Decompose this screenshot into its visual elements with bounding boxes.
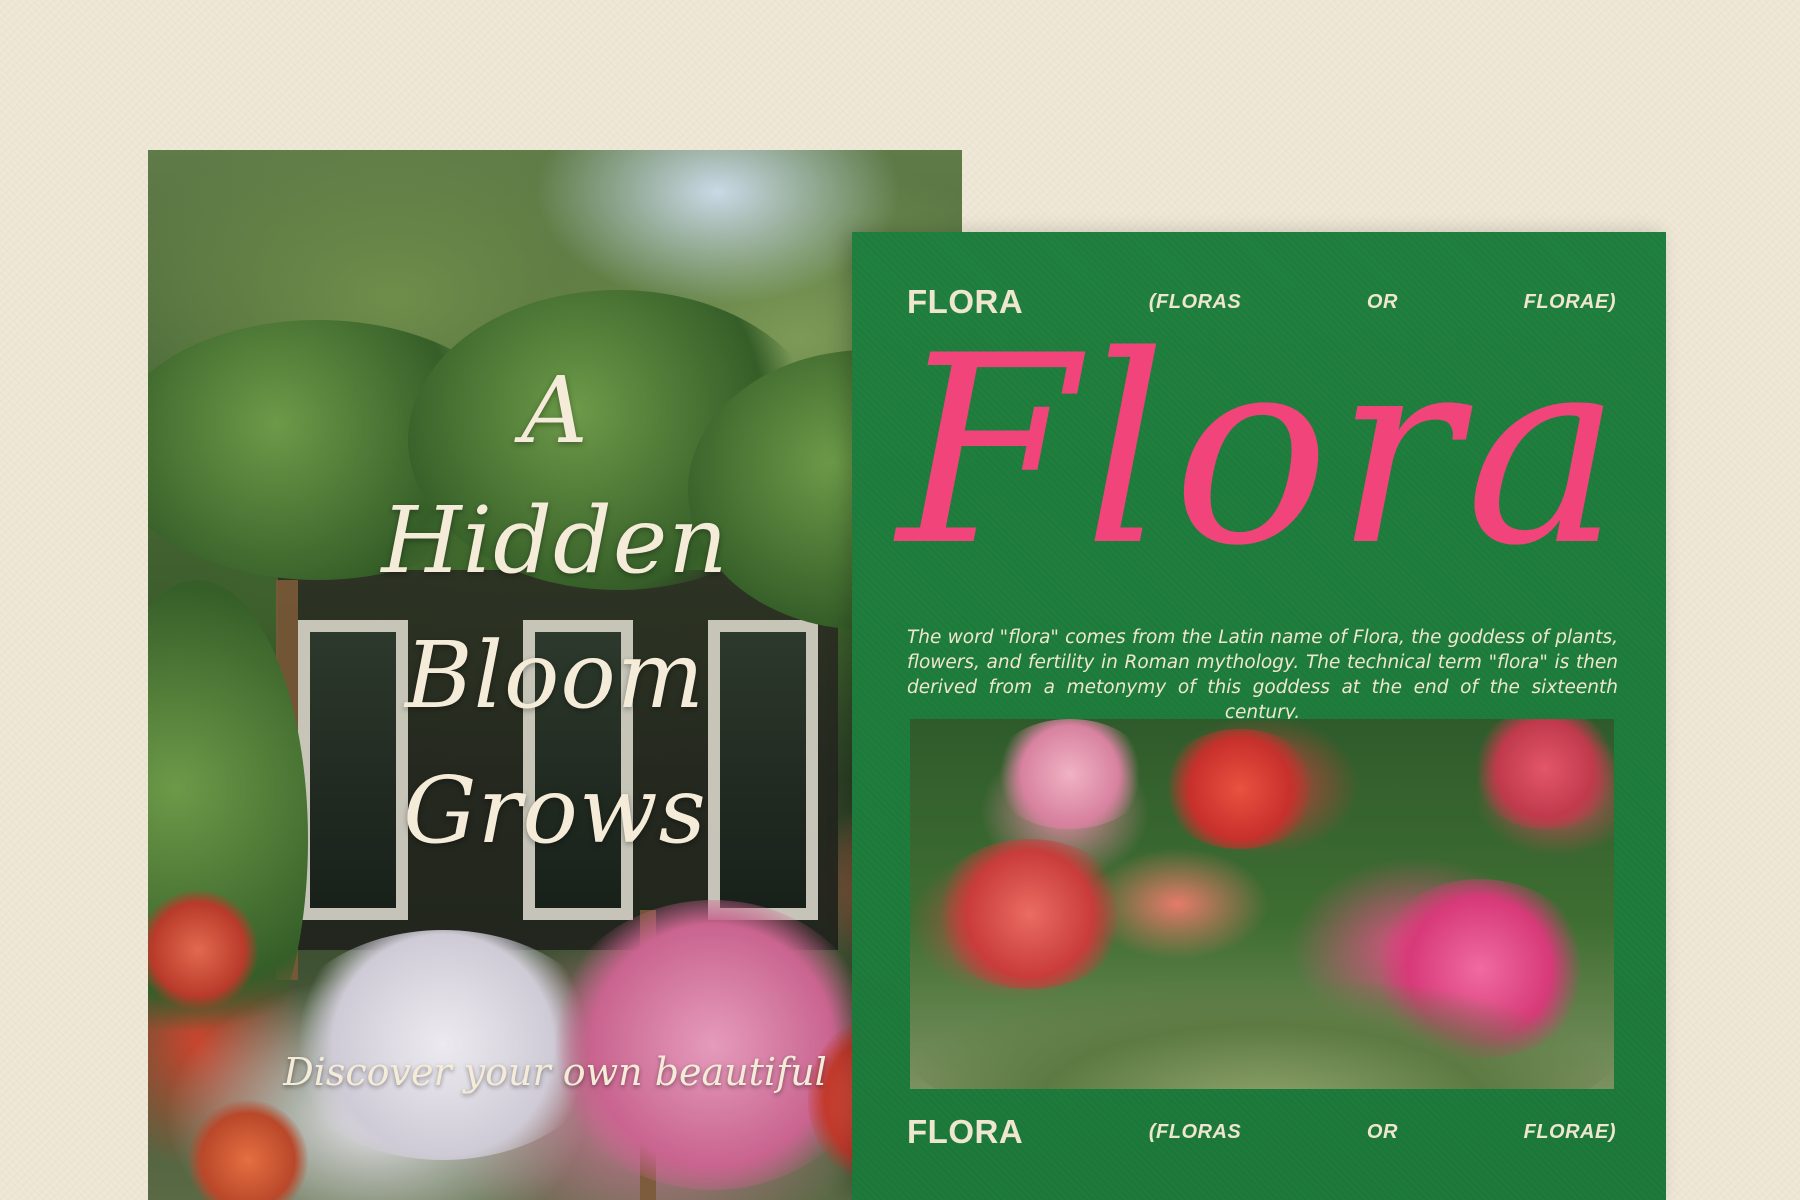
plural-label: (FLORAS: [1148, 1120, 1242, 1143]
title-line: Grows: [403, 757, 707, 864]
flower-orange: [188, 1100, 308, 1200]
flora-script-title: Flora: [897, 301, 1627, 603]
plural-label: FLORAE): [1523, 1120, 1616, 1143]
rose-cluster: [930, 839, 1130, 989]
flora-poster: FLORA (FLORAS OR FLORAE) Flora The word …: [852, 232, 1666, 1200]
or-label: OR: [1366, 1120, 1398, 1143]
hidden-bloom-poster: A Hidden Bloom Grows Discover your own b…: [148, 150, 962, 1200]
rose-cluster: [1470, 719, 1614, 829]
title-line: Bloom: [404, 622, 706, 729]
rose-cluster: [1160, 729, 1320, 849]
flora-description: The word "flora" comes from the Latin na…: [907, 627, 1618, 723]
hydrangea-pink: [990, 719, 1150, 829]
poster-footer: FLORA (FLORAS OR FLORAE): [907, 1112, 1616, 1152]
brand-label: FLORA: [907, 1113, 1024, 1150]
title-line: Hidden: [381, 487, 729, 594]
tagline: Discover your own beautiful: [283, 1050, 827, 1094]
flower-garden-photo: [910, 719, 1614, 1089]
title-line: A: [521, 357, 589, 464]
